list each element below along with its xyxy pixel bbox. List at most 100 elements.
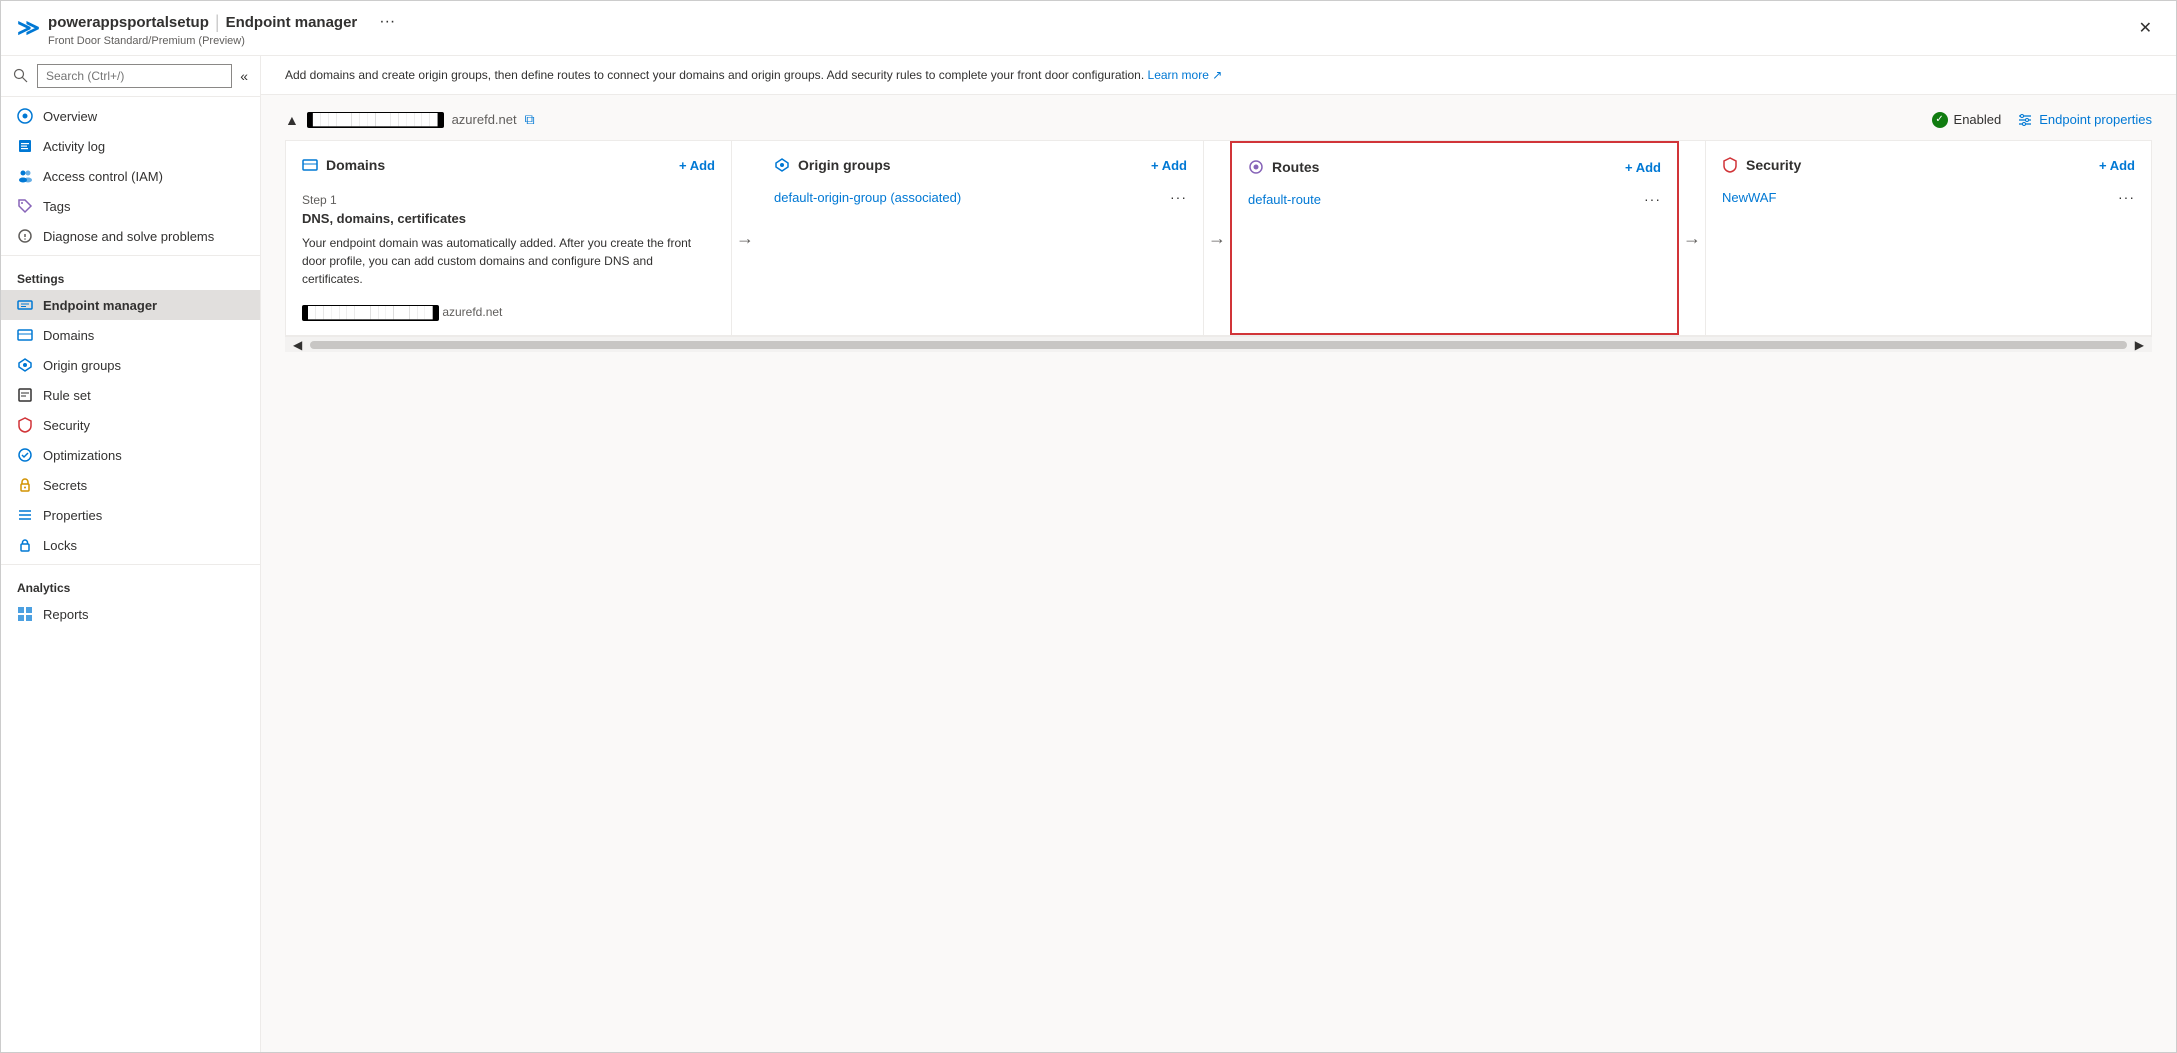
origin-groups-column-header: Origin groups + Add <box>774 157 1187 173</box>
sidebar-item-secrets[interactable]: Secrets <box>1 470 260 500</box>
arrow-3: → <box>1679 228 1705 249</box>
origin-groups-column: Origin groups + Add default-origin-group… <box>758 141 1204 335</box>
sidebar-item-label: Rule set <box>43 388 91 403</box>
content-area: Add domains and create origin groups, th… <box>261 56 2176 1052</box>
collapse-sidebar-button[interactable]: « <box>240 68 248 84</box>
endpoint-properties-button[interactable]: Endpoint properties <box>2017 112 2152 128</box>
domains-step-content: Step 1 DNS, domains, certificates Your e… <box>302 193 715 288</box>
domains-add-button[interactable]: + Add <box>679 158 715 173</box>
sidebar-item-label: Properties <box>43 508 102 523</box>
title-divider: | <box>215 12 220 33</box>
origin-groups-column-icon <box>774 157 790 173</box>
expand-collapse-button[interactable]: ▲ <box>285 112 299 128</box>
sidebar-item-label: Locks <box>43 538 77 553</box>
domain-name-redacted: ████████████████ <box>302 305 439 321</box>
status-enabled: Enabled <box>1932 112 2002 128</box>
route-more-button-0[interactable]: ··· <box>1644 191 1661 207</box>
endpoint-title-row: ▲ ████████████████ azurefd.net ⧉ <box>285 111 535 128</box>
sidebar-item-endpoint-manager[interactable]: Endpoint manager <box>1 290 260 320</box>
origin-groups-icon <box>17 357 33 373</box>
endpoint-name-redacted: ████████████████ <box>307 112 444 128</box>
properties-icon <box>17 507 33 523</box>
locks-icon <box>17 537 33 553</box>
columns-grid: Domains + Add Step 1 DNS, domains, certi… <box>285 140 2152 336</box>
routes-add-button[interactable]: + Add <box>1625 160 1661 175</box>
security-link-0[interactable]: NewWAF <box>1722 190 1776 205</box>
activity-log-icon <box>17 138 33 154</box>
origin-groups-add-button[interactable]: + Add <box>1151 158 1187 173</box>
route-link-0[interactable]: default-route <box>1248 192 1321 207</box>
nav-divider-2 <box>1 564 260 565</box>
sidebar-item-domains[interactable]: Domains <box>1 320 260 350</box>
sidebar-item-label: Tags <box>43 199 70 214</box>
diagnose-icon <box>17 228 33 244</box>
domains-column-header: Domains + Add <box>302 157 715 173</box>
security-column-title: Security <box>1722 157 1801 173</box>
endpoint-status-area: Enabled Endpoint properties <box>1932 112 2152 128</box>
sidebar-item-origin-groups[interactable]: Origin groups <box>1 350 260 380</box>
security-add-button[interactable]: + Add <box>2099 158 2135 173</box>
overview-icon <box>17 108 33 124</box>
sidebar-item-label: Endpoint manager <box>43 298 157 313</box>
sidebar-item-tags[interactable]: Tags <box>1 191 260 221</box>
routes-column: Routes + Add default-route ··· <box>1230 141 1679 335</box>
endpoint-properties-label: Endpoint properties <box>2039 112 2152 127</box>
sidebar-item-overview[interactable]: Overview <box>1 101 260 131</box>
sidebar-item-label: Secrets <box>43 478 87 493</box>
arrow-2: → <box>1204 228 1230 249</box>
title-bar: ≫ powerappsportalsetup | Endpoint manage… <box>1 1 2176 56</box>
sidebar-item-label: Access control (IAM) <box>43 169 163 184</box>
resource-subtitle: Front Door Standard/Premium (Preview) <box>48 35 403 47</box>
security-column: Security + Add NewWAF ··· <box>1705 141 2151 335</box>
azure-logo: ≫ <box>17 15 40 41</box>
nav-divider-1 <box>1 255 260 256</box>
tags-icon <box>17 198 33 214</box>
endpoint-header: ▲ ████████████████ azurefd.net ⧉ Enabled… <box>285 111 2152 128</box>
sidebar-item-properties[interactable]: Properties <box>1 500 260 530</box>
rule-set-icon <box>17 387 33 403</box>
secrets-icon <box>17 477 33 493</box>
domains-column-title: Domains <box>302 157 385 173</box>
learn-more-link[interactable]: Learn more ↗ <box>1148 68 1223 82</box>
sidebar-item-label: Security <box>43 418 90 433</box>
ellipsis-button[interactable]: ··· <box>371 9 403 35</box>
arrow-1: → <box>732 228 758 249</box>
sidebar-item-label: Overview <box>43 109 97 124</box>
origin-group-link-0[interactable]: default-origin-group (associated) <box>774 190 961 205</box>
sidebar-item-label: Domains <box>43 328 94 343</box>
scroll-right-button[interactable]: ▶ <box>2131 338 2148 352</box>
routes-column-title: Routes <box>1248 159 1319 175</box>
route-item-0: default-route ··· <box>1248 187 1661 211</box>
close-button[interactable]: ✕ <box>2131 14 2160 42</box>
sidebar-item-activity-log[interactable]: Activity log <box>1 131 260 161</box>
origin-group-more-button-0[interactable]: ··· <box>1170 189 1187 205</box>
sidebar-item-iam[interactable]: Access control (IAM) <box>1 161 260 191</box>
copy-domain-button[interactable]: ⧉ <box>525 111 535 128</box>
sidebar-item-optimizations[interactable]: Optimizations <box>1 440 260 470</box>
sidebar-item-security[interactable]: Security <box>1 410 260 440</box>
security-column-header: Security + Add <box>1722 157 2135 173</box>
sidebar-item-reports[interactable]: Reports <box>1 599 260 629</box>
info-bar: Add domains and create origin groups, th… <box>261 56 2176 95</box>
scroll-track[interactable] <box>310 341 2127 349</box>
search-bar: « <box>1 56 260 97</box>
sidebar-item-locks[interactable]: Locks <box>1 530 260 560</box>
step-title: DNS, domains, certificates <box>302 211 715 226</box>
security-column-icon <box>1722 157 1738 173</box>
sidebar-item-rule-set[interactable]: Rule set <box>1 380 260 410</box>
horizontal-scrollbar: ◀ ▶ <box>285 336 2152 352</box>
domains-footer: ████████████████ azurefd.net <box>302 288 715 319</box>
sidebar-item-label: Activity log <box>43 139 105 154</box>
sidebar-navigation: Overview Activity log Access control (IA… <box>1 97 260 1052</box>
search-input[interactable] <box>37 64 232 88</box>
analytics-section-title: Analytics <box>1 569 260 599</box>
endpoint-domain-suffix: azurefd.net <box>452 112 517 127</box>
security-more-button-0[interactable]: ··· <box>2118 189 2135 205</box>
sidebar-item-diagnose[interactable]: Diagnose and solve problems <box>1 221 260 251</box>
security-icon <box>17 417 33 433</box>
settings-section-title: Settings <box>1 260 260 290</box>
reports-icon <box>17 606 33 622</box>
scroll-left-button[interactable]: ◀ <box>289 338 306 352</box>
endpoint-area: ▲ ████████████████ azurefd.net ⧉ Enabled… <box>261 95 2176 1052</box>
status-label: Enabled <box>1954 112 2002 127</box>
